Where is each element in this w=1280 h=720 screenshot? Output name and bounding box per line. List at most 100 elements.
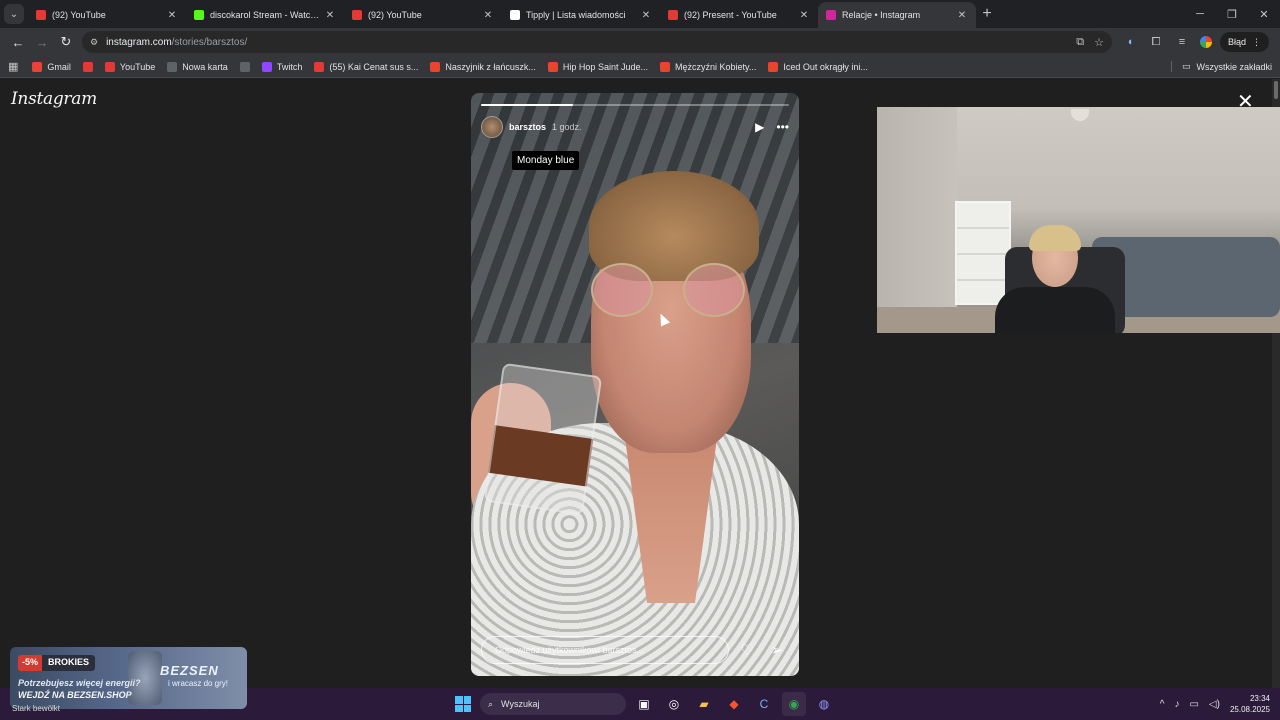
bookmark-label: Twitch	[276, 61, 303, 72]
youtube-icon	[36, 10, 46, 20]
bookmark-item[interactable]: Iced Out okrągły ini...	[768, 61, 868, 72]
webcam-overlay	[877, 107, 1280, 333]
browser-tab[interactable]: (92) YouTube ✕	[28, 2, 186, 28]
tab-close-icon[interactable]: ✕	[798, 10, 810, 21]
close-window-button[interactable]: ✕	[1248, 0, 1280, 28]
tab-close-icon[interactable]: ✕	[166, 10, 178, 21]
share-send-icon[interactable]: ➢	[765, 638, 789, 662]
bookmarks-bar: ▦ Gmail YouTube Nowa karta Twitch (55) Kai C…	[0, 56, 1280, 78]
chrome-icon[interactable]: ◉	[782, 692, 806, 716]
address-path: /stories/barsztos/	[171, 36, 248, 48]
taskbar-apps: ⌕ Wyszukaj ▣ ◎ ▰ ◆ C ◉ ◍	[452, 688, 836, 720]
bookmark-star-icon[interactable]: ☆	[1094, 36, 1104, 49]
browser-tab[interactable]: (92) YouTube ✕	[344, 2, 502, 28]
story-viewer[interactable]: barsztos 1 godz. ▶ ••• Monday blue ♡ ➢	[471, 93, 799, 676]
all-bookmarks-button[interactable]: ▭ Wszystkie zakładki	[1170, 61, 1272, 72]
reload-button[interactable]: ↻	[54, 30, 78, 54]
browser-tab[interactable]: Relacje • Instagram ✕	[818, 2, 976, 28]
taskbar-search[interactable]: ⌕ Wyszukaj	[480, 693, 626, 715]
story-username[interactable]: barsztos	[509, 122, 546, 132]
extensions-icon[interactable]: ⧠	[1146, 32, 1166, 52]
browser-tab[interactable]: discokarol Stream - Watch Live ✕	[186, 2, 344, 28]
taskbar-clock[interactable]: 23:34 25.08.2025	[1230, 693, 1270, 715]
bookmark-item[interactable]: Gmail	[32, 61, 71, 72]
bookmark-item[interactable]	[239, 61, 250, 72]
instagram-logo[interactable]: Instagram	[11, 89, 97, 109]
profile-avatar[interactable]	[1198, 34, 1214, 50]
install-app-icon[interactable]: ⧉	[1076, 36, 1084, 49]
bookmark-item[interactable]: Hip Hop Saint Jude...	[547, 61, 648, 72]
folder-icon: ▭	[1181, 61, 1191, 71]
clock-date: 25.08.2025	[1229, 705, 1270, 714]
bookmark-item[interactable]: Nowa karta	[167, 61, 228, 72]
webcam-person-body	[995, 287, 1115, 333]
tab-close-icon[interactable]: ✕	[324, 10, 336, 21]
tab-title: (92) YouTube	[52, 10, 106, 20]
brave-icon[interactable]: ◆	[722, 692, 746, 716]
twitch-icon	[261, 61, 272, 72]
story-header: barsztos 1 godz. ▶ •••	[481, 115, 789, 139]
browser-tab[interactable]: (92) Present - YouTube ✕	[660, 2, 818, 28]
ccleaner-icon[interactable]: C	[752, 692, 776, 716]
back-button[interactable]: ←	[6, 30, 30, 54]
minimize-button[interactable]: ─	[1184, 0, 1216, 28]
webcam-shelf	[955, 201, 1011, 305]
tab-close-icon[interactable]: ✕	[956, 10, 968, 21]
profile-error-label: Błąd	[1228, 37, 1247, 47]
steam-icon[interactable]: ◎	[662, 692, 686, 716]
profile-error-chip[interactable]: Błąd ⋮	[1220, 32, 1270, 52]
story-progress-bar	[481, 104, 789, 106]
story-reply-input[interactable]	[481, 636, 729, 664]
microphone-icon[interactable]: ♪	[1174, 699, 1179, 710]
tab-close-icon[interactable]: ✕	[482, 10, 494, 21]
bookmark-label: Gmail	[47, 61, 71, 72]
task-view-icon[interactable]: ▣	[632, 692, 656, 716]
bookmark-item[interactable]: Naszyjnik z łańcuszk...	[430, 61, 536, 72]
promo-logo-sub: i wracasz do gry!	[168, 679, 229, 688]
media-cast-icon[interactable]: ◖	[1120, 32, 1140, 52]
shop-icon	[768, 61, 779, 72]
bookmark-label: Nowa karta	[182, 61, 228, 72]
play-icon[interactable]: ▶	[755, 120, 764, 134]
gmail-icon	[32, 61, 43, 72]
promo-discount: -5%	[18, 655, 43, 671]
bookmark-item[interactable]: (55) Kai Cenat sus s...	[314, 61, 418, 72]
story-photo-glasses	[591, 263, 751, 323]
story-avatar[interactable]	[481, 116, 503, 138]
discord-icon[interactable]: ◍	[812, 692, 836, 716]
all-bookmarks-label: Wszystkie zakładki	[1196, 61, 1272, 72]
more-options-icon[interactable]: •••	[776, 120, 789, 134]
restore-button[interactable]: ❐	[1216, 0, 1248, 28]
site-info-icon[interactable]: ⚙	[90, 37, 98, 48]
browser-tab[interactable]: Tipply | Lista wiadomości ✕	[502, 2, 660, 28]
apps-grid-icon[interactable]: ▦	[8, 60, 18, 73]
tab-close-icon[interactable]: ✕	[640, 10, 652, 21]
bookmark-item[interactable]: Mężczyźni Kobiety...	[659, 61, 756, 72]
address-bar[interactable]: ⚙ instagram.com/stories/barsztos/ ⧉ ☆	[82, 31, 1112, 53]
tray-expand-icon[interactable]: ^	[1160, 699, 1165, 710]
shop-icon	[659, 61, 670, 72]
story-timestamp: 1 godz.	[552, 122, 582, 132]
story-text-sticker: Monday blue	[512, 151, 580, 170]
youtube-icon	[314, 61, 325, 72]
bookmark-item[interactable]	[82, 61, 93, 72]
address-host: instagram.com	[106, 36, 172, 48]
tab-search-button[interactable]: ⌄	[4, 4, 24, 24]
story-reply-bar: ♡ ➢	[481, 636, 789, 664]
shop-icon	[430, 61, 441, 72]
forward-button[interactable]: →	[30, 30, 54, 54]
browser-toolbar: ← → ↻ ⚙ instagram.com/stories/barsztos/ …	[0, 28, 1280, 56]
display-icon[interactable]: ▭	[1189, 699, 1198, 710]
like-heart-icon[interactable]: ♡	[735, 638, 759, 662]
kick-icon	[194, 10, 204, 20]
bookmark-label: Hip Hop Saint Jude...	[562, 61, 648, 72]
start-button[interactable]	[452, 693, 474, 715]
volume-icon[interactable]: ◁)	[1209, 699, 1220, 710]
tab-title: Relacje • Instagram	[842, 10, 921, 20]
kebab-menu-icon[interactable]: ⋮	[1252, 37, 1261, 48]
media-controls-icon[interactable]: ≡	[1172, 32, 1192, 52]
new-tab-button[interactable]: +	[976, 3, 998, 25]
bookmark-item[interactable]: YouTube	[104, 61, 155, 72]
bookmark-item[interactable]: Twitch	[261, 61, 303, 72]
file-explorer-icon[interactable]: ▰	[692, 692, 716, 716]
